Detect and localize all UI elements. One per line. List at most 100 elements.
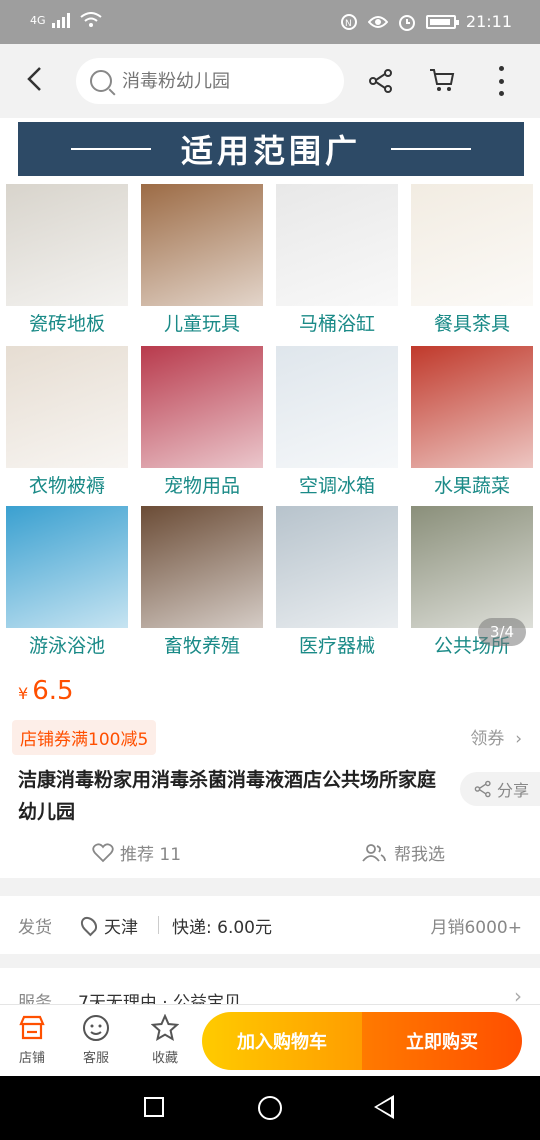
favorite-button[interactable]: 收藏 xyxy=(140,1013,190,1066)
add-to-cart-button[interactable]: 加入购物车 xyxy=(202,1012,362,1070)
express-fee: 快递: 6.00元 xyxy=(172,917,272,938)
chevron-right-icon: › xyxy=(514,984,522,1004)
service-row[interactable]: 服务 7天无理由 · 公益宝贝 › xyxy=(0,968,540,1004)
ship-city: 天津 xyxy=(104,917,138,938)
battery-icon xyxy=(425,14,459,29)
more-dot-icon xyxy=(498,66,504,71)
share-icon xyxy=(369,69,392,93)
search-input[interactable] xyxy=(122,70,322,92)
star-icon xyxy=(151,1014,179,1042)
product-title: 洁康消毒粉家用消毒杀菌消毒液酒店公共场所家庭幼儿园 xyxy=(18,769,437,823)
gallery-page-indicator: 3/4 xyxy=(477,618,526,646)
banner-divider xyxy=(70,148,151,150)
share-pill-button[interactable]: 分享 xyxy=(460,772,540,806)
price: ¥6.5 xyxy=(18,676,74,706)
share-button[interactable] xyxy=(368,68,394,94)
recommend-label: 推荐 11 xyxy=(120,845,182,865)
status-right: N 21:11 xyxy=(340,12,512,31)
category-label: 宠物用品 xyxy=(163,475,240,497)
more-menu-button[interactable] xyxy=(496,66,506,96)
toilet-photo xyxy=(276,184,398,306)
get-coupon-label: 领券 xyxy=(470,729,505,749)
service-value: 7天无理由 · 公益宝贝 xyxy=(78,993,242,1004)
category-tile: 餐具茶具 xyxy=(411,184,533,335)
gallery-banner: 适用范围广 xyxy=(18,122,524,176)
top-bar xyxy=(0,44,540,118)
home-icon[interactable] xyxy=(258,1096,282,1120)
category-tile: 宠物用品 xyxy=(141,346,263,497)
more-dot-icon xyxy=(498,78,504,84)
heart-icon xyxy=(92,842,114,862)
clock: 21:11 xyxy=(465,12,512,31)
public-place-photo xyxy=(411,506,533,628)
buy-now-button[interactable]: 立即购买 xyxy=(362,1012,522,1070)
monthly-sales: 月销6000+ xyxy=(430,917,522,938)
tile-floor-photo xyxy=(6,184,128,306)
location-pin-icon xyxy=(77,913,101,937)
network-type: 4G xyxy=(30,13,46,27)
recommend-button[interactable]: 推荐 11 xyxy=(92,840,181,865)
category-tile: 衣物被褥 xyxy=(6,346,128,497)
cart-icon xyxy=(430,69,455,91)
help-choose-label: 帮我选 xyxy=(394,845,445,865)
medical-tools-photo xyxy=(276,506,398,628)
category-label: 马桶浴缸 xyxy=(298,313,375,335)
toy-bears-photo xyxy=(141,184,263,306)
pet-bed-photo xyxy=(141,346,263,468)
bottom-action-bar: 店铺 客服 收藏 加入购物车 立即购买 xyxy=(0,1004,540,1076)
help-choose-button[interactable]: 帮我选 xyxy=(362,840,445,865)
category-tile: 水果蔬菜 xyxy=(411,346,533,497)
category-label: 儿童玩具 xyxy=(163,313,240,335)
currency-symbol: ¥ xyxy=(18,684,29,703)
system-back-icon[interactable] xyxy=(374,1095,394,1119)
shipping-row[interactable]: 发货 天津 快递: 6.00元 月销6000+ xyxy=(0,896,540,954)
get-coupon-link[interactable]: 领券 › xyxy=(470,724,522,749)
category-tile: 马桶浴缸 xyxy=(276,184,398,335)
favorite-label: 收藏 xyxy=(151,1051,178,1066)
share-label: 分享 xyxy=(497,781,530,800)
nfc-icon: N xyxy=(340,13,357,30)
product-gallery[interactable]: 适用范围广 瓷砖地板 儿童玩具 马桶浴缸 餐具茶具衣物被褥 宠物用品 空调冰箱 水果蔬菜游泳… xyxy=(0,118,540,660)
status-bar: 4G N 21:11 xyxy=(0,0,540,44)
more-dot-icon xyxy=(498,91,504,96)
price-value: 6.5 xyxy=(32,676,74,706)
category-label: 畜牧养殖 xyxy=(163,635,240,657)
coupon-badge[interactable]: 店铺券满100减5 xyxy=(12,720,157,755)
bedding-photo xyxy=(6,346,128,468)
category-tile: 儿童玩具 xyxy=(141,184,263,335)
fridge-photo xyxy=(276,346,398,468)
search-icon xyxy=(90,70,112,92)
category-tile: 医疗器械 xyxy=(276,506,398,657)
category-tile: 空调冰箱 xyxy=(276,346,398,497)
product-info: ¥6.5 店铺券满100减5 领券 › 洁康消毒粉家用消毒杀菌消毒液酒店公共场所… xyxy=(0,660,540,878)
customer-service-label: 客服 xyxy=(82,1051,109,1066)
tableware-photo xyxy=(411,184,533,306)
category-label: 医疗器械 xyxy=(298,635,375,657)
svg-text:N: N xyxy=(345,19,352,29)
category-tile: 游泳浴池 xyxy=(6,506,128,657)
category-tile: 畜牧养殖 xyxy=(141,506,263,657)
category-label: 瓷砖地板 xyxy=(28,313,105,335)
service-label: 服务 xyxy=(18,993,52,1004)
store-label: 店铺 xyxy=(18,1051,45,1066)
store-icon xyxy=(19,1015,45,1040)
search-box[interactable] xyxy=(76,58,344,104)
customer-service-icon xyxy=(83,1015,109,1041)
ship-location: 天津 xyxy=(77,913,138,938)
back-button[interactable] xyxy=(24,64,54,98)
shipping-label: 发货 xyxy=(18,917,52,938)
category-label: 游泳浴池 xyxy=(28,635,105,657)
customer-service-button[interactable]: 客服 xyxy=(71,1013,121,1066)
pool-photo xyxy=(6,506,128,628)
chevron-right-icon: › xyxy=(509,729,522,749)
vegetables-photo xyxy=(411,346,533,468)
store-button[interactable]: 店铺 xyxy=(7,1013,57,1066)
divider xyxy=(158,916,159,934)
category-label: 衣物被褥 xyxy=(28,475,105,497)
recent-apps-icon[interactable] xyxy=(144,1097,164,1117)
signal-icon xyxy=(51,13,70,28)
banner-divider xyxy=(391,148,471,150)
cart-button[interactable] xyxy=(428,66,456,94)
people-icon xyxy=(362,843,386,862)
back-arrow-icon xyxy=(27,67,41,91)
